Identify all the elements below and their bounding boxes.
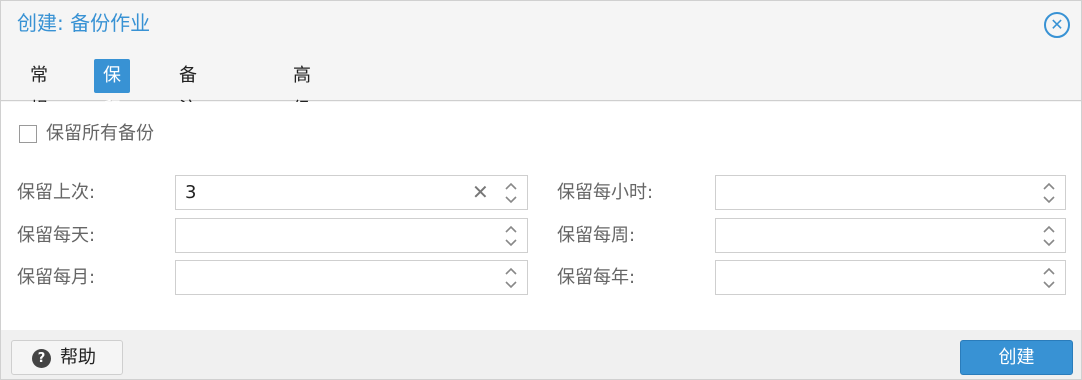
keep-monthly-label: 保留每月:	[17, 267, 96, 288]
keep-hourly-input[interactable]	[715, 175, 1066, 210]
keep-all-backups-checkbox[interactable]	[19, 125, 37, 143]
retention-panel: 保留所有备份 保留上次: 3 ✕ 保留每小时: 保留每天: 保留每周: 保留每月…	[1, 102, 1081, 330]
keep-daily-input[interactable]	[175, 218, 528, 253]
tab-retention[interactable]: 保留	[94, 59, 130, 120]
tab-advanced[interactable]: 高级	[284, 59, 320, 120]
keep-daily-label: 保留每天:	[17, 225, 96, 246]
create-button[interactable]: 创建	[960, 340, 1073, 375]
keep-yearly-label: 保留每年:	[557, 267, 636, 288]
backup-job-dialog: 创建: 备份作业 ✕ 常规 保留 备注模板 高级 保留所有备份 保留上次: 3 …	[0, 0, 1082, 380]
spinner-up-down-icon[interactable]	[1041, 179, 1057, 207]
question-circle-icon: ?	[32, 349, 51, 368]
keep-hourly-label: 保留每小时:	[557, 182, 654, 203]
clear-x-icon[interactable]: ✕	[472, 180, 489, 204]
dialog-title: 创建: 备份作业	[17, 11, 151, 35]
keep-monthly-input[interactable]	[175, 260, 528, 295]
tab-general[interactable]: 常规	[21, 59, 57, 120]
keep-last-input[interactable]: 3 ✕	[175, 175, 528, 210]
spinner-up-down-icon[interactable]	[503, 264, 519, 292]
spinner-up-down-icon[interactable]	[1041, 264, 1057, 292]
tab-notes-template[interactable]: 备注模板	[170, 59, 206, 188]
dialog-header: 创建: 备份作业 ✕ 常规 保留 备注模板 高级	[1, 1, 1081, 188]
spinner-up-down-icon[interactable]	[503, 179, 519, 207]
help-button[interactable]: ? 帮助	[11, 340, 123, 375]
keep-all-backups-label: 保留所有备份	[46, 123, 154, 144]
spinner-up-down-icon[interactable]	[1041, 222, 1057, 250]
keep-yearly-input[interactable]	[715, 260, 1066, 295]
keep-last-value: 3	[185, 182, 197, 203]
help-button-label: 帮助	[60, 347, 96, 368]
keep-weekly-label: 保留每周:	[557, 225, 636, 246]
keep-weekly-input[interactable]	[715, 218, 1066, 253]
dialog-footer: ? 帮助 创建	[1, 330, 1081, 379]
spinner-up-down-icon[interactable]	[503, 222, 519, 250]
close-icon[interactable]: ✕	[1044, 12, 1070, 38]
keep-last-label: 保留上次:	[17, 182, 96, 203]
